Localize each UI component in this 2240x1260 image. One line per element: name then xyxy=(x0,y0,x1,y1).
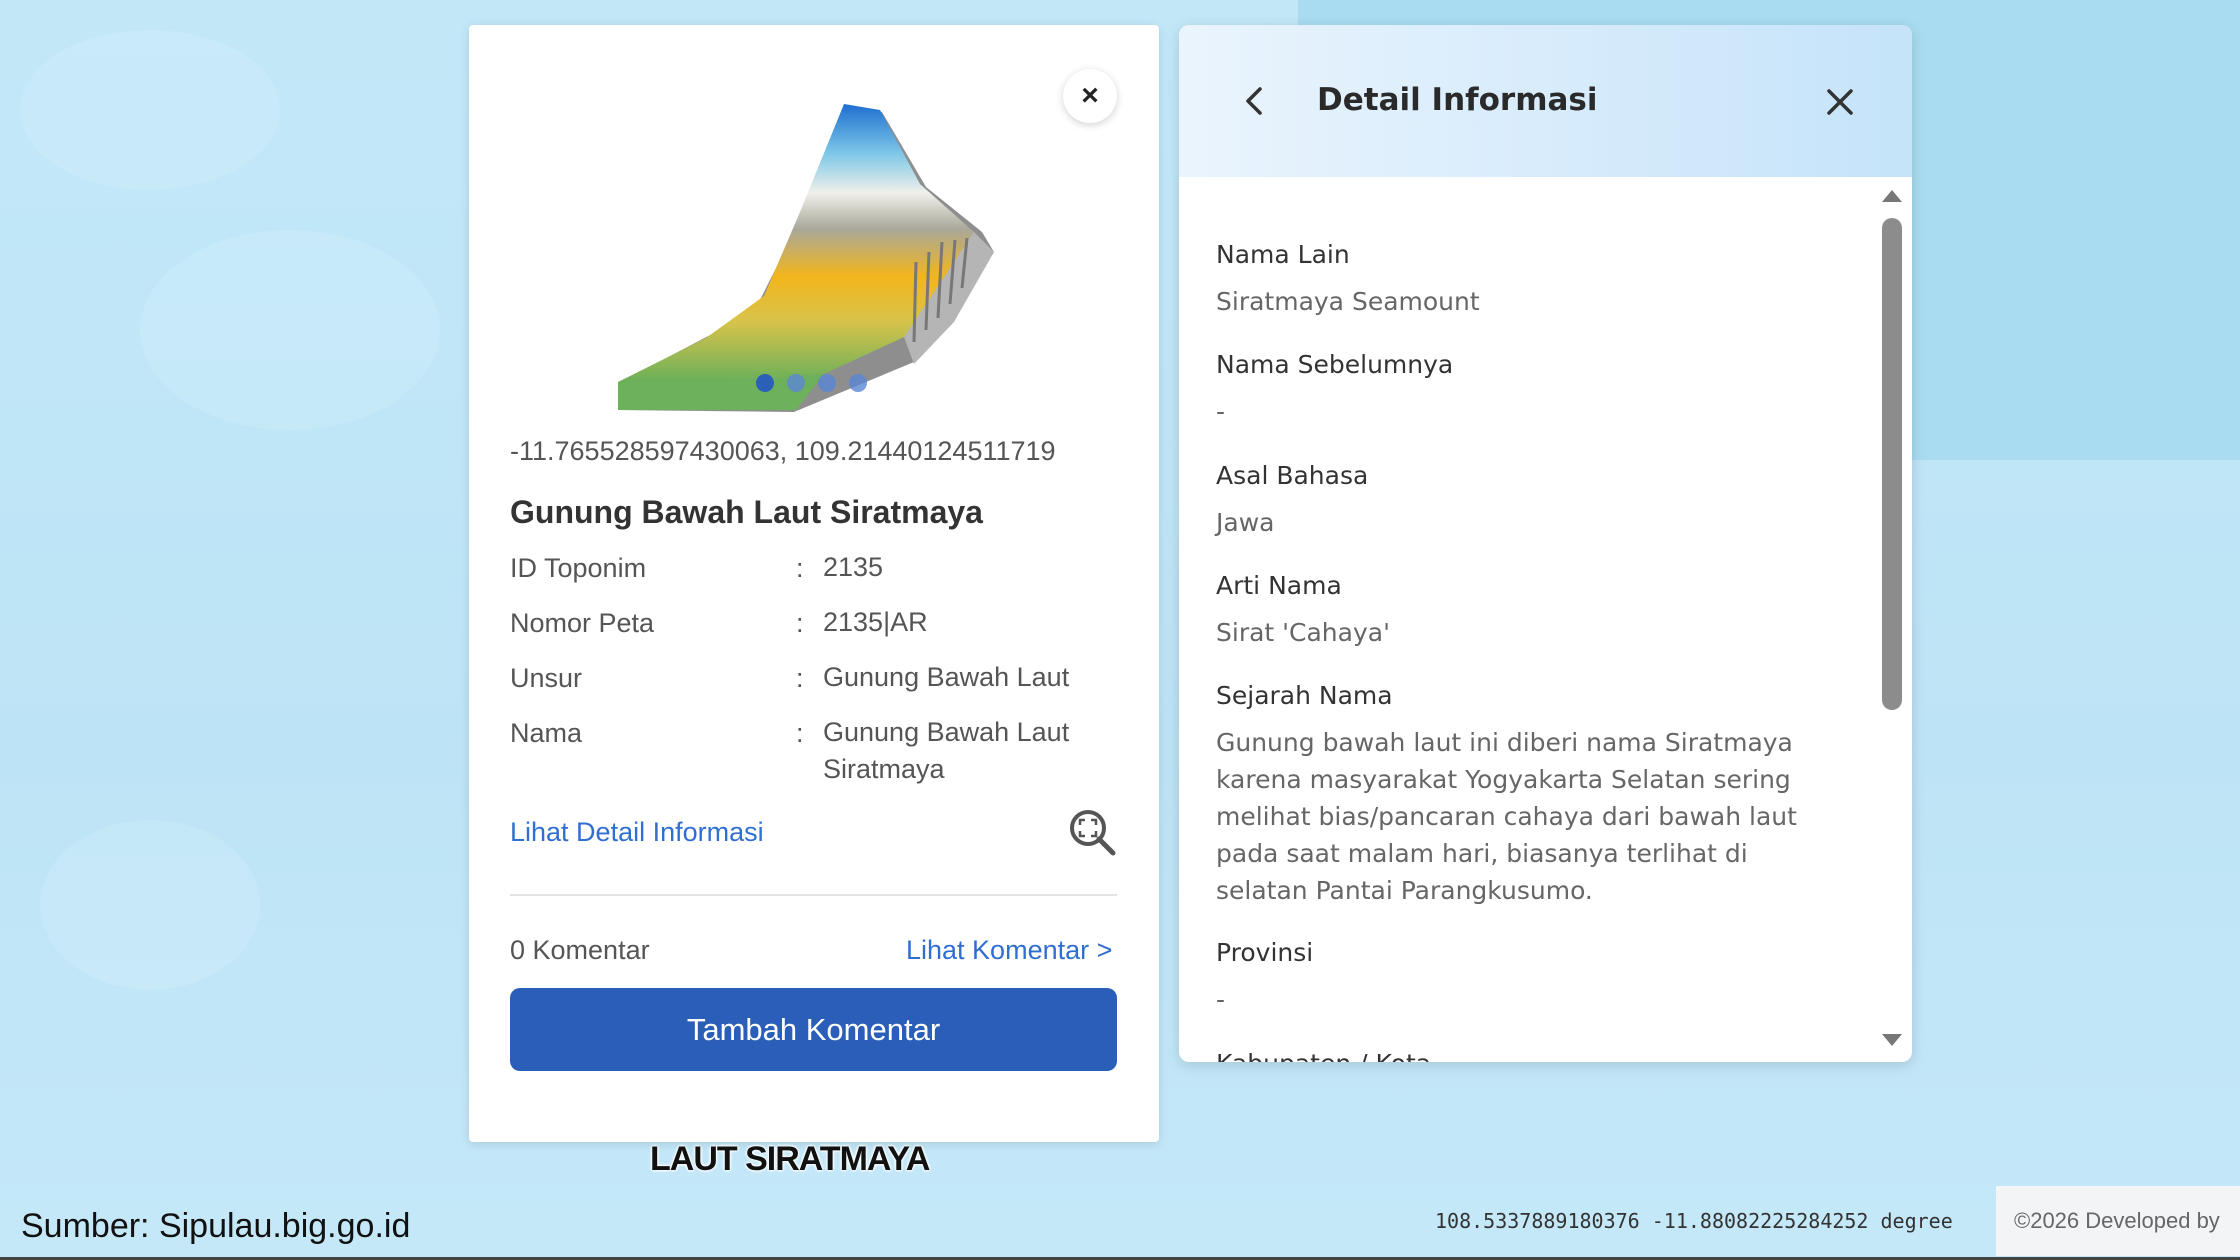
field-asal-bahasa: Asal Bahasa Jawa xyxy=(1216,461,1836,541)
info-separator: : xyxy=(796,553,804,583)
caret-up-icon[interactable] xyxy=(1881,188,1903,204)
info-value: 2135 xyxy=(823,552,884,582)
scrollbar-thumb[interactable] xyxy=(1882,218,1902,710)
carousel-dot[interactable] xyxy=(849,374,867,392)
map-cloud xyxy=(140,230,440,430)
carousel-dot[interactable] xyxy=(787,374,805,392)
panel-body[interactable]: Nama Lain Siratmaya Seamount Nama Sebelu… xyxy=(1179,177,1912,1062)
popup-divider xyxy=(510,894,1117,896)
source-caption: Sumber: Sipulau.big.go.id xyxy=(21,1207,411,1245)
comment-count: 0 Komentar xyxy=(510,935,650,965)
carousel-dot[interactable] xyxy=(818,374,836,392)
field-value: Siratmaya Seamount xyxy=(1216,287,1480,316)
field-sejarah-nama: Sejarah Nama Gunung bawah laut ini diber… xyxy=(1216,681,1836,909)
close-icon: × xyxy=(1081,79,1099,112)
field-label: Nama Sebelumnya xyxy=(1216,350,1454,379)
field-arti-nama: Arti Nama Sirat 'Cahaya' xyxy=(1216,571,1836,651)
field-value: Jawa xyxy=(1216,508,1275,537)
info-value: Gunung Bawah Laut Siratmaya xyxy=(823,717,1070,784)
info-value: 2135|AR xyxy=(823,607,928,637)
panel-title: Detail Informasi xyxy=(1317,82,1598,118)
view-detail-link[interactable]: Lihat Detail Informasi xyxy=(510,817,764,848)
chevron-left-icon[interactable] xyxy=(1235,81,1275,121)
map-cloud xyxy=(40,820,260,990)
field-label: Kabupaten / Kota xyxy=(1216,1049,1836,1062)
map-cloud xyxy=(20,30,280,190)
close-icon[interactable] xyxy=(1820,82,1860,122)
field-label: Arti Nama xyxy=(1216,571,1342,600)
place-title: Gunung Bawah Laut Siratmaya xyxy=(510,494,983,530)
field-label: Nama Lain xyxy=(1216,240,1350,269)
detail-panel: Detail Informasi Nama Lain Siratmaya Sea… xyxy=(1179,25,1912,1062)
info-separator: : xyxy=(796,608,804,638)
cursor-coordinates: 108.5337889180376 -11.88082225284252 deg… xyxy=(1435,1209,1953,1233)
field-nama-lain: Nama Lain Siratmaya Seamount xyxy=(1216,240,1836,320)
info-separator: : xyxy=(796,718,804,748)
info-key: Nomor Peta xyxy=(510,608,655,638)
info-key: Unsur xyxy=(510,663,583,693)
panel-header: Detail Informasi xyxy=(1179,25,1912,177)
field-kabupaten-kota: Kabupaten / Kota xyxy=(1216,1049,1836,1062)
info-separator: : xyxy=(796,663,804,693)
field-label: Asal Bahasa xyxy=(1216,461,1369,490)
field-value: - xyxy=(1216,397,1226,426)
view-comments-link[interactable]: Lihat Komentar > xyxy=(906,935,1112,966)
field-provinsi: Provinsi - xyxy=(1216,938,1836,1018)
popup-close-button[interactable]: × xyxy=(1063,69,1117,123)
map-feature-label: LAUT SIRATMAYA xyxy=(650,1140,930,1178)
carousel-dot[interactable] xyxy=(756,374,774,392)
field-value: - xyxy=(1216,985,1226,1014)
info-key: Nama xyxy=(510,718,583,748)
seamount-3d-image[interactable] xyxy=(614,92,1024,422)
field-nama-sebelumnya: Nama Sebelumnya - xyxy=(1216,350,1836,430)
carousel-dots xyxy=(756,374,867,392)
field-label: Provinsi xyxy=(1216,938,1314,967)
field-value: Sirat 'Cahaya' xyxy=(1216,618,1390,647)
zoom-in-icon[interactable] xyxy=(1068,808,1118,858)
field-label: Sejarah Nama xyxy=(1216,681,1393,710)
info-value: Gunung Bawah Laut xyxy=(823,662,1070,692)
caret-down-icon[interactable] xyxy=(1881,1032,1903,1048)
info-key: ID Toponim xyxy=(510,553,647,583)
add-comment-button[interactable]: Tambah Komentar xyxy=(510,988,1117,1071)
field-value: Gunung bawah laut ini diberi nama Siratm… xyxy=(1216,728,1797,905)
copyright-text: ©2026 Developed by xyxy=(1996,1186,2240,1256)
coordinates-text: -11.765528597430063, 109.21440124511719 xyxy=(510,436,1056,466)
